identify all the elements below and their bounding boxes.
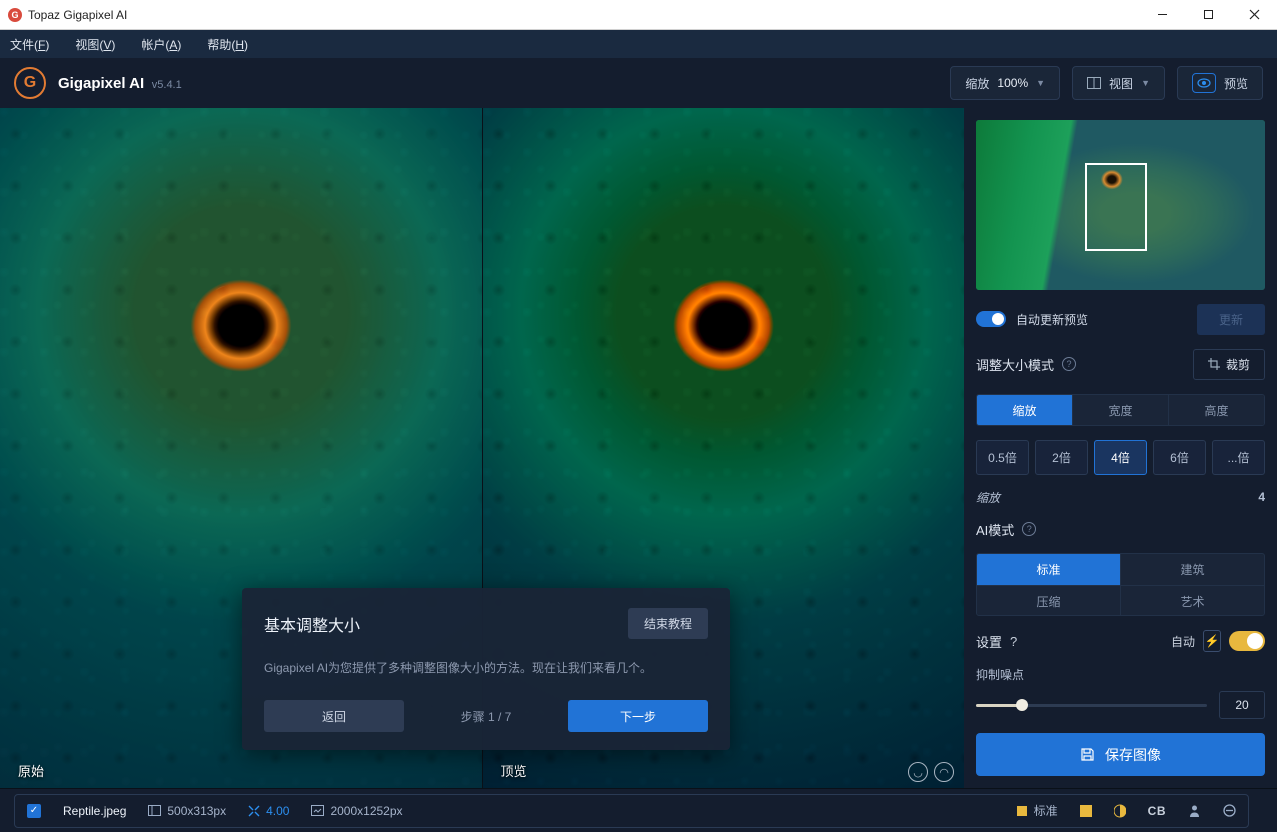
save-image-button[interactable]: 保存图像 [976,733,1265,776]
ai-mode-architecture[interactable]: 建筑 [1121,554,1264,585]
scale-0.5x[interactable]: 0.5倍 [976,440,1029,475]
menu-view[interactable]: 视图(V) [75,36,115,53]
scale-factor: 4.00 [266,804,289,818]
feedback-sad-icon[interactable]: ◠ [934,762,954,782]
auto-settings-toggle[interactable] [1229,631,1265,651]
noise-slider[interactable] [976,704,1207,707]
help-icon[interactable]: ? [1010,634,1017,649]
settings-label: 设置 [976,632,1002,651]
scale-2x[interactable]: 2倍 [1035,440,1088,475]
app-header: G Gigapixel AI v5.4.1 缩放 100% ▼ 视图 ▼ 预览 [0,58,1277,108]
settings-sidebar: 自动更新预览 更新 调整大小模式 ? 裁剪 缩放 宽度 高度 0.5倍 2倍 4… [964,108,1277,788]
navigator-selection[interactable] [1085,163,1147,251]
preview-label: 预览 [1224,75,1248,92]
window-titlebar: G Topaz Gigapixel AI [0,0,1277,30]
ai-mode-standard[interactable]: 标准 [977,554,1120,585]
scale-kv-value: 4 [1258,490,1265,504]
menu-help[interactable]: 帮助(H) [207,36,248,53]
source-dimensions: 500x313px [167,804,226,818]
tutorial-title: 基本调整大小 [264,612,360,636]
resize-mode-label: 调整大小模式 [976,355,1054,374]
help-icon[interactable]: ? [1062,357,1076,371]
help-icon[interactable]: ? [1022,522,1036,536]
layout-icon [1087,77,1101,89]
zoom-value: 100% [997,76,1028,90]
scale-kv-label: 缩放 [976,489,1000,506]
update-preview-button[interactable]: 更新 [1197,304,1265,335]
comparison-viewport[interactable]: 原始 顶览 ◡ ◠ 基本调整大小 结束教程 Gigapixel AI为您提供了多… [0,108,964,788]
tab-height[interactable]: 高度 [1168,395,1264,425]
file-checkbox[interactable]: ✓ [27,804,41,818]
chevron-down-icon: ▼ [1036,78,1045,88]
app-icon-small: G [8,8,22,22]
tab-width[interactable]: 宽度 [1072,395,1168,425]
preview-label: 顶览 [501,761,527,780]
footer-bar: ✓ Reptile.jpeg 500x313px 4.00 2000x1252p… [0,788,1277,832]
auto-update-toggle[interactable] [976,311,1006,327]
eye-icon [1192,73,1216,93]
remove-icon[interactable] [1223,804,1236,817]
feedback-happy-icon[interactable]: ◡ [908,762,928,782]
file-info-bar[interactable]: ✓ Reptile.jpeg 500x313px 4.00 2000x1252p… [14,794,1249,828]
output-dimensions: 2000x1252px [330,804,402,818]
slider-handle[interactable] [1016,699,1028,711]
view-dropdown[interactable]: 视图 ▼ [1072,66,1165,100]
ai-mode-tabs: 标准 建筑 压缩 艺术 [976,553,1265,616]
menu-account[interactable]: 帐户(A) [141,36,181,53]
save-icon [1080,747,1095,762]
crop-icon [1208,358,1220,370]
tutorial-step-indicator: 步骤 1 / 7 [416,700,556,732]
scale-4x[interactable]: 4倍 [1094,440,1147,475]
app-logo: G [14,67,46,99]
contrast-icon[interactable] [1114,804,1126,818]
crop-button[interactable]: 裁剪 [1193,349,1265,380]
tab-scale[interactable]: 缩放 [977,395,1072,425]
menu-file[interactable]: 文件(F) [10,36,49,53]
chevron-down-icon: ▼ [1141,78,1150,88]
window-title: Topaz Gigapixel AI [28,8,127,22]
scale-6x[interactable]: 6倍 [1153,440,1206,475]
ai-mode-art[interactable]: 艺术 [1121,586,1264,616]
close-button[interactable] [1231,0,1277,30]
resize-mode-tabs: 缩放 宽度 高度 [976,394,1265,426]
tutorial-back-button[interactable]: 返回 [264,700,404,732]
mode-icon [1016,805,1028,817]
output-icon [311,805,324,816]
footer-mode: 标准 [1034,802,1058,819]
scale-options: 0.5倍 2倍 4倍 6倍 ...倍 [976,440,1265,475]
menu-bar: 文件(F) 视图(V) 帐户(A) 帮助(H) [0,30,1277,58]
tutorial-body: Gigapixel AI为您提供了多种调整图像大小的方法。现在让我们来看几个。 [264,659,708,676]
tutorial-next-button[interactable]: 下一步 [568,700,708,732]
grid-icon[interactable] [1080,805,1092,817]
minimize-button[interactable] [1139,0,1185,30]
tutorial-end-button[interactable]: 结束教程 [628,608,708,639]
navigator-thumbnail[interactable] [976,120,1265,290]
maximize-button[interactable] [1185,0,1231,30]
tutorial-popup: 基本调整大小 结束教程 Gigapixel AI为您提供了多种调整图像大小的方法… [242,588,730,750]
app-version: v5.4.1 [152,79,182,91]
preview-toggle[interactable]: 预览 [1177,66,1263,100]
app-name: Gigapixel AI [58,75,144,92]
dimensions-icon [148,805,161,816]
noise-label: 抑制噪点 [976,666,1265,683]
scale-custom[interactable]: ...倍 [1212,440,1265,475]
ai-mode-compressed[interactable]: 压缩 [977,586,1120,616]
person-icon[interactable] [1188,804,1201,817]
ai-mode-label: AI模式 [976,520,1014,539]
cb-label: CB [1148,804,1166,818]
zoom-dropdown[interactable]: 缩放 100% ▼ [950,66,1060,100]
zoom-label: 缩放 [965,75,989,92]
noise-value[interactable]: 20 [1219,691,1265,719]
scale-icon [248,805,260,817]
bolt-icon: ⚡ [1203,630,1221,652]
auto-label: 自动 [1171,633,1195,650]
view-label: 视图 [1109,75,1133,92]
file-name: Reptile.jpeg [63,804,126,818]
original-label: 原始 [18,761,44,780]
auto-update-label: 自动更新预览 [1016,311,1088,328]
